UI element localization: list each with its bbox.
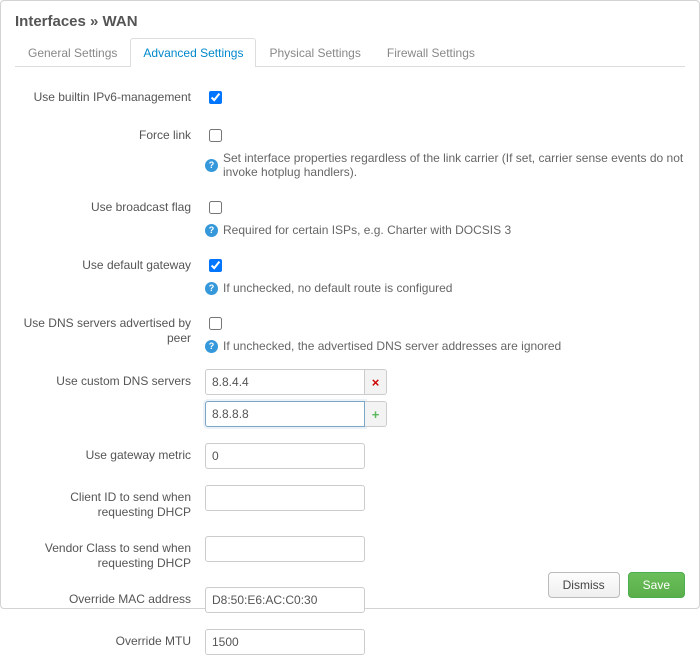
label-mac: Override MAC address: [15, 587, 205, 607]
tab-physical[interactable]: Physical Settings: [256, 38, 373, 67]
checkbox-dns-peer[interactable]: [209, 317, 222, 330]
help-text-broadcast-flag: Required for certain ISPs, e.g. Charter …: [223, 223, 511, 237]
help-text-default-gw: If unchecked, no default route is config…: [223, 281, 452, 295]
tabs: General Settings Advanced Settings Physi…: [15, 38, 685, 67]
input-mtu[interactable]: [205, 629, 365, 655]
checkbox-force-link[interactable]: [209, 129, 222, 142]
tab-advanced[interactable]: Advanced Settings: [130, 38, 256, 67]
help-icon: ?: [205, 282, 218, 295]
dns-remove-button[interactable]: ×: [365, 369, 387, 395]
dns-input-0[interactable]: [205, 369, 365, 395]
label-vendor-class: Vendor Class to send when requesting DHC…: [15, 536, 205, 571]
checkbox-default-gw[interactable]: [209, 259, 222, 272]
help-icon: ?: [205, 224, 218, 237]
label-dns-peer: Use DNS servers advertised by peer: [15, 311, 205, 346]
footer-buttons: Dismiss Save: [548, 572, 685, 598]
label-client-id: Client ID to send when requesting DHCP: [15, 485, 205, 520]
row-default-gw: Use default gateway ? If unchecked, no d…: [15, 253, 685, 295]
row-mtu: Override MTU: [15, 629, 685, 655]
label-custom-dns: Use custom DNS servers: [15, 369, 205, 389]
checkbox-ipv6-mgmt[interactable]: [209, 91, 222, 104]
dns-add-button[interactable]: +: [365, 401, 387, 427]
row-broadcast-flag: Use broadcast flag ? Required for certai…: [15, 195, 685, 237]
dns-group: × +: [205, 369, 685, 427]
dismiss-button[interactable]: Dismiss: [548, 572, 620, 598]
help-dns-peer: ? If unchecked, the advertised DNS serve…: [205, 339, 685, 353]
add-icon: +: [372, 408, 380, 421]
save-button[interactable]: Save: [628, 572, 685, 598]
row-dns-peer: Use DNS servers advertised by peer ? If …: [15, 311, 685, 353]
input-mac[interactable]: [205, 587, 365, 613]
input-gw-metric[interactable]: [205, 443, 365, 469]
dns-input-1[interactable]: [205, 401, 365, 427]
tab-firewall[interactable]: Firewall Settings: [374, 38, 488, 67]
tab-general[interactable]: General Settings: [15, 38, 130, 67]
help-icon: ?: [205, 159, 218, 172]
remove-icon: ×: [372, 376, 380, 389]
dns-row-1: +: [205, 401, 685, 427]
checkbox-broadcast-flag[interactable]: [209, 201, 222, 214]
row-gw-metric: Use gateway metric: [15, 443, 685, 469]
page-title: Interfaces » WAN: [15, 13, 685, 30]
row-custom-dns: Use custom DNS servers × +: [15, 369, 685, 427]
label-ipv6-mgmt: Use builtin IPv6-management: [15, 85, 205, 105]
label-default-gw: Use default gateway: [15, 253, 205, 273]
dns-row-0: ×: [205, 369, 685, 395]
help-text-force-link: Set interface properties regardless of t…: [223, 151, 685, 179]
label-gw-metric: Use gateway metric: [15, 443, 205, 463]
help-broadcast-flag: ? Required for certain ISPs, e.g. Charte…: [205, 223, 685, 237]
row-client-id: Client ID to send when requesting DHCP: [15, 485, 685, 520]
row-ipv6-mgmt: Use builtin IPv6-management: [15, 85, 685, 107]
input-client-id[interactable]: [205, 485, 365, 511]
label-force-link: Force link: [15, 123, 205, 143]
help-force-link: ? Set interface properties regardless of…: [205, 151, 685, 179]
label-broadcast-flag: Use broadcast flag: [15, 195, 205, 215]
help-icon: ?: [205, 340, 218, 353]
help-text-dns-peer: If unchecked, the advertised DNS server …: [223, 339, 561, 353]
input-vendor-class[interactable]: [205, 536, 365, 562]
label-mtu: Override MTU: [15, 629, 205, 649]
row-vendor-class: Vendor Class to send when requesting DHC…: [15, 536, 685, 571]
row-force-link: Force link ? Set interface properties re…: [15, 123, 685, 179]
help-default-gw: ? If unchecked, no default route is conf…: [205, 281, 685, 295]
interfaces-wan-panel: Interfaces » WAN General Settings Advanc…: [0, 0, 700, 609]
